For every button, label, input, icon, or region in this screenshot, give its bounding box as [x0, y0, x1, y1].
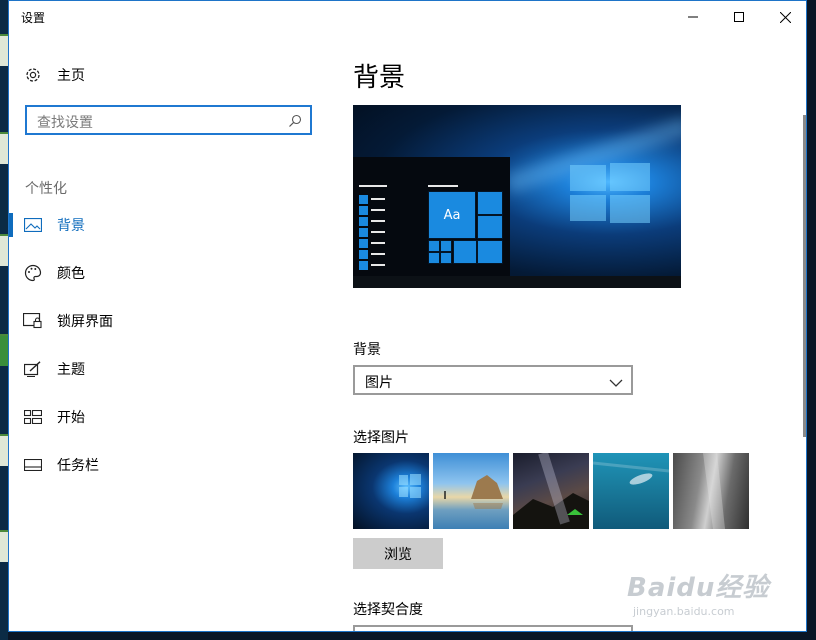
theme-icon — [23, 359, 43, 379]
desktop-icon[interactable] — [0, 234, 8, 266]
windows-logo-glow — [570, 163, 652, 223]
desktop-icon[interactable] — [0, 334, 8, 366]
desktop-icon[interactable] — [0, 530, 8, 562]
lock-screen-icon — [23, 311, 43, 331]
preview-taskbar — [353, 276, 681, 288]
watermark-logo: Baidu经验 — [627, 573, 770, 603]
chevron-down-icon — [609, 373, 623, 392]
thumbnail-underwater[interactable] — [593, 453, 669, 529]
thumbnail-beach[interactable] — [433, 453, 509, 529]
close-button[interactable] — [762, 1, 806, 33]
sidebar-item-label: 颜色 — [57, 266, 85, 282]
choose-picture-label: 选择图片 — [353, 430, 409, 446]
sidebar-item-themes[interactable]: 主题 — [9, 349, 309, 389]
dropdown-value: 图片 — [365, 375, 393, 391]
watermark-url: jingyan.baidu.com — [633, 605, 735, 618]
window-title: 设置 — [21, 11, 46, 25]
sidebar-item-label: 主题 — [57, 362, 85, 378]
scrollbar-thumb[interactable] — [803, 115, 806, 437]
main-content: 背景 Aa 背景 图片 选择图片 浏览 选择契合度 — [329, 33, 789, 631]
section-heading: 个性化 — [25, 181, 67, 197]
thumbnail-rock[interactable] — [673, 453, 749, 529]
close-icon — [779, 11, 791, 23]
home-label: 主页 — [57, 68, 85, 84]
desktop-background — [0, 0, 8, 640]
sidebar-item-taskbar[interactable]: 任务栏 — [9, 445, 309, 485]
desktop-icon[interactable] — [0, 434, 8, 466]
gear-icon — [23, 65, 43, 85]
palette-icon — [23, 263, 43, 283]
choose-fit-label: 选择契合度 — [353, 602, 423, 618]
selection-indicator — [9, 213, 13, 237]
search-icon[interactable] — [288, 113, 302, 132]
thumbnail-windows[interactable] — [353, 453, 429, 529]
start-grid-icon — [23, 407, 43, 427]
title-bar[interactable]: 设置 — [9, 1, 806, 33]
settings-window: 设置 主页 查找设置 个性化 背景 颜色 锁屏界面 主题 开始 任务栏 背景 A… — [8, 0, 807, 632]
sidebar-item-home[interactable]: 主页 — [23, 63, 85, 87]
sidebar-item-label: 背景 — [57, 218, 85, 234]
maximize-icon — [734, 12, 744, 22]
taskbar-icon — [23, 455, 43, 475]
background-type-dropdown[interactable]: 图片 — [353, 365, 633, 395]
fit-dropdown[interactable] — [353, 625, 633, 631]
desktop-icon[interactable] — [0, 132, 8, 164]
sidebar-item-background[interactable]: 背景 — [9, 205, 309, 245]
picture-icon — [23, 215, 43, 235]
minimize-button[interactable] — [670, 1, 716, 33]
watermark: Baidu经验 jingyan.baidu.com — [609, 565, 789, 625]
search-placeholder: 查找设置 — [37, 115, 93, 131]
page-title: 背景 — [353, 63, 406, 93]
minimize-icon — [688, 16, 698, 18]
thumbnail-night-sky[interactable] — [513, 453, 589, 529]
preview-start-menu: Aa — [353, 157, 510, 278]
search-input[interactable]: 查找设置 — [25, 105, 312, 135]
background-preview: Aa — [353, 105, 681, 288]
preview-tile: Aa — [428, 191, 476, 239]
sidebar-item-label: 锁屏界面 — [57, 314, 113, 330]
sidebar-item-label: 任务栏 — [57, 458, 99, 474]
sidebar-item-lock-screen[interactable]: 锁屏界面 — [9, 301, 309, 341]
background-type-label: 背景 — [353, 342, 381, 358]
maximize-button[interactable] — [716, 1, 762, 33]
sidebar-item-label: 开始 — [57, 410, 85, 426]
sidebar-item-colors[interactable]: 颜色 — [9, 253, 309, 293]
sidebar: 主页 查找设置 个性化 背景 颜色 锁屏界面 主题 开始 任务栏 — [9, 33, 329, 631]
browse-button[interactable]: 浏览 — [353, 538, 443, 569]
sidebar-item-start[interactable]: 开始 — [9, 397, 309, 437]
desktop-icon[interactable] — [0, 34, 8, 66]
